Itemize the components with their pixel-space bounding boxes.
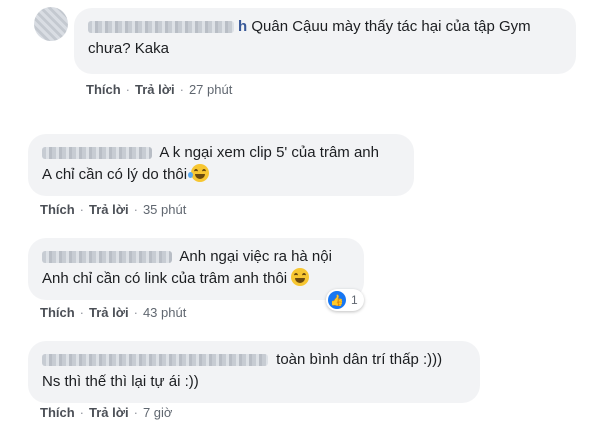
like-reaction-icon: 👍 xyxy=(328,291,346,309)
comment-bubble-1: h Quân Cậuu mày thấy tác hại của tập Gym… xyxy=(74,8,576,74)
comment-text-line: Anh chỉ cần có link của trâm anh thôi xyxy=(42,270,288,287)
blurred-author-name[interactable] xyxy=(88,21,234,34)
reply-link[interactable]: Trả lời xyxy=(135,82,175,97)
comment-actions: Thích · Trả lời · 27 phút xyxy=(86,82,233,97)
comment-text-line: Anh ngại việc ra hà nội xyxy=(179,248,332,265)
comment-text-line: chưa? Kaka xyxy=(88,40,169,57)
comment-text-line: Ns thì thế thì lại tự ái :)) xyxy=(42,373,199,390)
comment-text-line: A k ngại xem clip 5' của trâm anh xyxy=(159,144,379,161)
comment-bubble-2: A k ngại xem clip 5' của trâm anh A chỉ … xyxy=(28,134,414,196)
author-name-suffix[interactable]: h xyxy=(238,18,247,35)
timestamp[interactable]: 43 phút xyxy=(143,305,186,320)
comment-bubble-3: Anh ngại việc ra hà nội Anh chỉ cần có l… xyxy=(28,238,364,300)
blurred-author-name[interactable] xyxy=(42,354,268,367)
blurred-author-name[interactable] xyxy=(42,147,152,160)
comment-bubble-4: toàn bình dân trí thấp :))) Ns thì thế t… xyxy=(28,341,480,403)
comment-actions: Thích · Trả lời · 43 phút xyxy=(40,305,187,320)
avatar[interactable] xyxy=(34,7,68,41)
reaction-count: 1 xyxy=(351,293,358,307)
comment-text-line: Quân Cậuu mày thấy tác hại của tập Gym xyxy=(251,18,531,35)
blurred-author-name[interactable] xyxy=(42,251,172,264)
like-link[interactable]: Thích xyxy=(40,202,75,217)
reply-link[interactable]: Trả lời xyxy=(89,202,129,217)
reaction-summary[interactable]: 👍 1 xyxy=(326,289,364,311)
reply-link[interactable]: Trả lời xyxy=(89,405,129,420)
timestamp[interactable]: 27 phút xyxy=(189,82,232,97)
timestamp[interactable]: 7 giờ xyxy=(143,405,173,420)
like-link[interactable]: Thích xyxy=(86,82,121,97)
reply-link[interactable]: Trả lời xyxy=(89,305,129,320)
timestamp[interactable]: 35 phút xyxy=(143,202,186,217)
rolling-laughing-emoji-icon xyxy=(188,164,210,182)
comment-actions: Thích · Trả lời · 7 giờ xyxy=(40,405,173,420)
like-link[interactable]: Thích xyxy=(40,305,75,320)
comment-text-line: A chỉ cần có lý do thôi xyxy=(42,166,188,183)
like-link[interactable]: Thích xyxy=(40,405,75,420)
comment-actions: Thích · Trả lời · 35 phút xyxy=(40,202,187,217)
comment-text-line: toàn bình dân trí thấp :))) xyxy=(276,351,443,368)
laughing-emoji-icon xyxy=(291,268,310,286)
